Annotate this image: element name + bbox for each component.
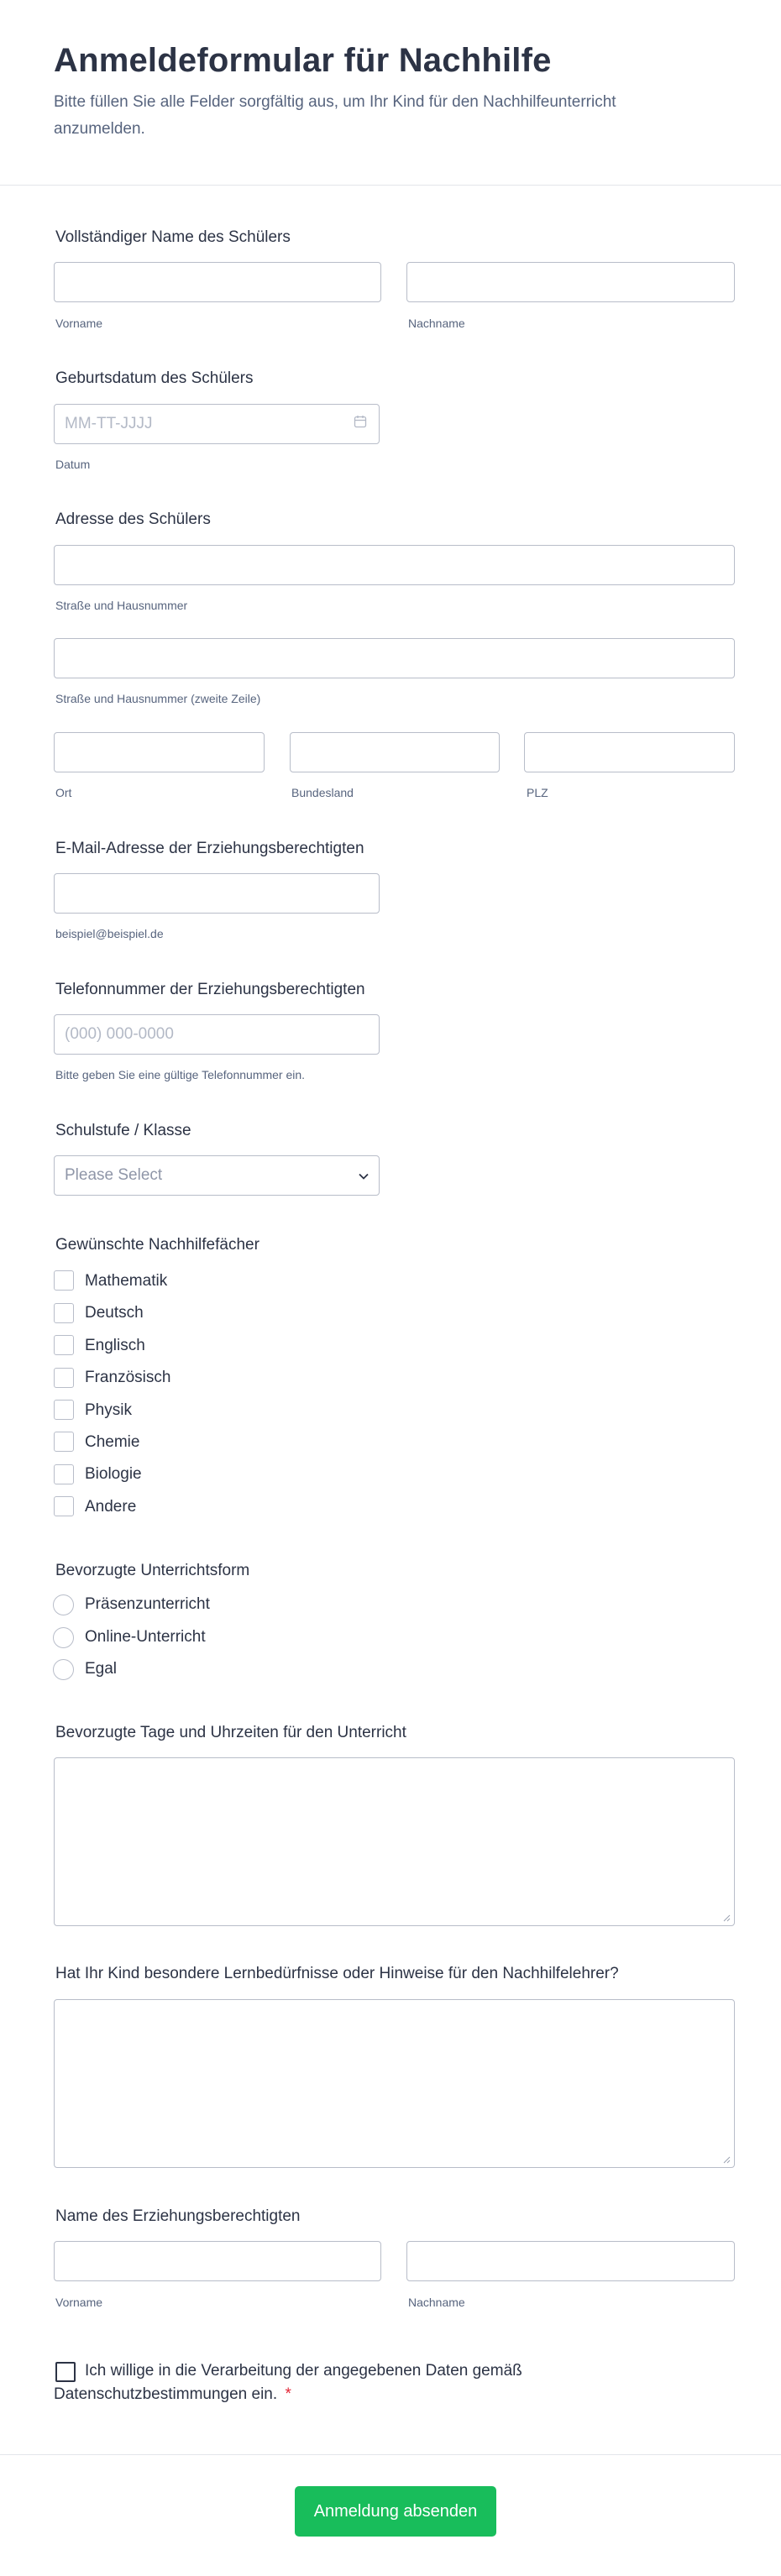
email-label: E-Mail-Adresse der Erziehungsberechtigte…: [55, 840, 364, 857]
needs-textarea[interactable]: [54, 1999, 735, 2168]
street-input[interactable]: [54, 545, 735, 585]
needs-label: Hat Ihr Kind besondere Lernbedürfnisse o…: [55, 1965, 619, 1982]
checkbox-label-physik[interactable]: Physik: [85, 1401, 132, 1420]
city-sublabel: Ort: [55, 786, 72, 799]
checkbox-franzoesisch[interactable]: [54, 1368, 74, 1388]
times-label: Bevorzugte Tage und Uhrzeiten für den Un…: [55, 1724, 406, 1741]
street2-input[interactable]: [54, 638, 735, 678]
state-input[interactable]: [290, 732, 500, 772]
street-sublabel: Straße und Hausnummer: [55, 599, 188, 612]
checkbox-label-franzoesisch[interactable]: Französisch: [85, 1369, 170, 1387]
checkbox-label-englisch[interactable]: Englisch: [85, 1337, 145, 1355]
city-input[interactable]: [54, 732, 265, 772]
grade-label: Schulstufe / Klasse: [55, 1122, 191, 1139]
form-title: Anmeldeformular für Nachhilfe: [54, 42, 552, 79]
resize-grip-icon[interactable]: [722, 2155, 731, 2164]
birthdate-placeholder: MM-TT-JJJJ: [65, 415, 153, 432]
times-textarea[interactable]: [54, 1757, 735, 1926]
header-divider: [0, 185, 781, 186]
checkbox-biologie[interactable]: [54, 1464, 74, 1484]
checkbox-mathematik[interactable]: [54, 1270, 74, 1291]
student-first-name-input[interactable]: [54, 262, 381, 302]
radio-label-egal[interactable]: Egal: [85, 1660, 117, 1678]
email-sublabel: beispiel@beispiel.de: [55, 927, 164, 940]
consent-label[interactable]: Ich willige in die Verarbeitung der ange…: [54, 2359, 642, 2406]
checkbox-label-biologie[interactable]: Biologie: [85, 1465, 142, 1484]
student-last-name-sublabel: Nachname: [408, 317, 465, 330]
guardian-last-name-input[interactable]: [406, 2241, 735, 2281]
checkbox-label-andere[interactable]: Andere: [85, 1498, 136, 1516]
resize-grip-icon[interactable]: [722, 1914, 731, 1922]
guardian-last-name-sublabel: Nachname: [408, 2296, 465, 2309]
checkbox-label-mathematik[interactable]: Mathematik: [85, 1272, 167, 1291]
grade-selected-value: Please Select: [65, 1166, 163, 1184]
form-subtitle: Bitte füllen Sie alle Felder sorgfältig …: [54, 93, 616, 138]
calendar-icon[interactable]: [354, 415, 367, 433]
radio-label-online[interactable]: Online-Unterricht: [85, 1628, 206, 1647]
radio-label-praesenz[interactable]: Präsenzunterricht: [85, 1595, 210, 1614]
guardian-first-name-sublabel: Vorname: [55, 2296, 103, 2309]
required-asterisk: *: [285, 2385, 291, 2403]
checkbox-andere[interactable]: [54, 1496, 74, 1516]
birthdate-sublabel: Datum: [55, 458, 91, 471]
checkbox-deutsch[interactable]: [54, 1303, 74, 1323]
radio-praesenz[interactable]: [53, 1594, 74, 1615]
address-label: Adresse des Schülers: [55, 510, 211, 528]
footer-divider: [0, 2454, 781, 2455]
radio-online[interactable]: [53, 1627, 74, 1648]
zip-sublabel: PLZ: [527, 786, 548, 799]
birthdate-input[interactable]: MM-TT-JJJJ: [54, 404, 380, 444]
phone-sublabel: Bitte geben Sie eine gültige Telefonnumm…: [55, 1068, 306, 1081]
guardian-name-label: Name des Erziehungsberechtigten: [55, 2207, 301, 2225]
radio-egal[interactable]: [53, 1659, 74, 1680]
email-input[interactable]: [54, 873, 380, 914]
birthdate-label: Geburtsdatum des Schülers: [55, 369, 254, 387]
submit-button[interactable]: Anmeldung absenden: [295, 2486, 496, 2537]
chevron-down-icon: [359, 1166, 369, 1185]
phone-placeholder: (000) 000-0000: [65, 1025, 174, 1043]
guardian-first-name-input[interactable]: [54, 2241, 381, 2281]
state-sublabel: Bundesland: [291, 786, 354, 799]
grade-select[interactable]: Please Select: [54, 1155, 380, 1196]
lesson-form-label: Bevorzugte Unterrichtsform: [55, 1562, 250, 1579]
subjects-label: Gewünschte Nachhilfefächer: [55, 1236, 259, 1254]
student-name-label: Vollständiger Name des Schülers: [55, 228, 291, 246]
checkbox-chemie[interactable]: [54, 1432, 74, 1452]
checkbox-label-deutsch[interactable]: Deutsch: [85, 1304, 144, 1322]
phone-input[interactable]: (000) 000-0000: [54, 1014, 380, 1055]
student-first-name-sublabel: Vorname: [55, 317, 103, 330]
zip-input[interactable]: [524, 732, 735, 772]
checkbox-physik[interactable]: [54, 1400, 74, 1420]
student-last-name-input[interactable]: [406, 262, 735, 302]
street2-sublabel: Straße und Hausnummer (zweite Zeile): [55, 692, 261, 705]
phone-label: Telefonnummer der Erziehungsberechtigten: [55, 981, 365, 998]
checkbox-englisch[interactable]: [54, 1335, 74, 1355]
checkbox-label-chemie[interactable]: Chemie: [85, 1433, 139, 1452]
